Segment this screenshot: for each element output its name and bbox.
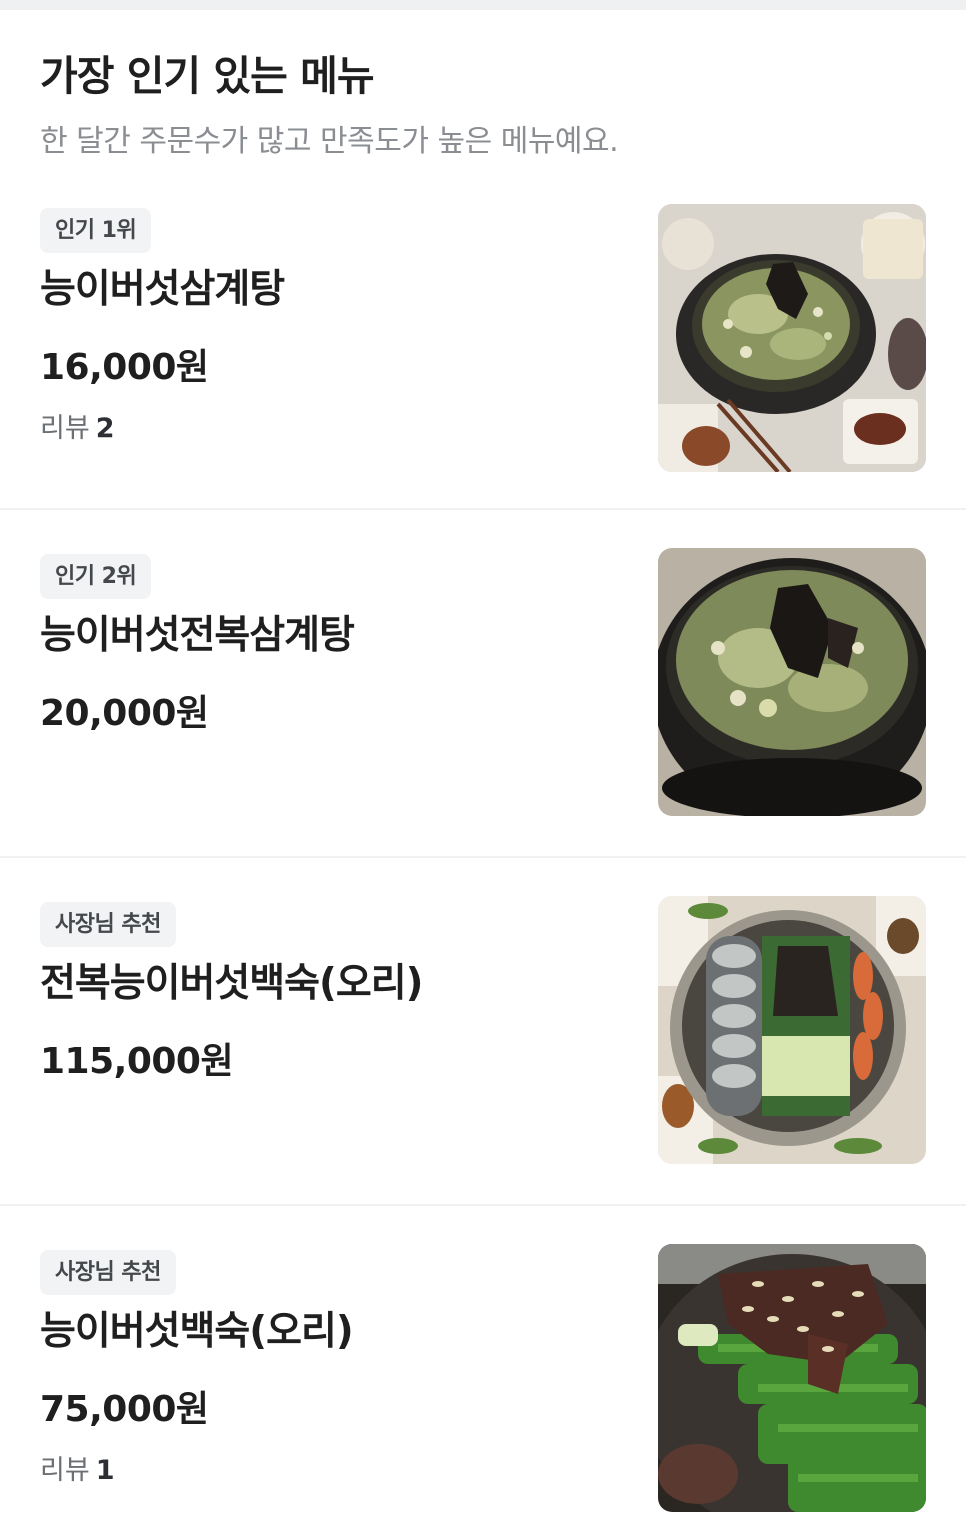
review-count: 1: [95, 1455, 115, 1486]
menu-badge: 인기 2위: [40, 554, 152, 599]
menu-item-2[interactable]: 인기 2위 능이버섯전복삼계탕 20,000원: [0, 510, 966, 856]
menu-list: 인기 1위 능이버섯삼계탕 16,000원 리뷰 2 인기 2위 능이버섯전복삼…: [0, 200, 966, 1533]
section-subtitle: 한 달간 주문수가 많고 만족도가 높은 메뉴예요.: [40, 124, 619, 159]
menu-badge: 사장님 추천: [40, 902, 176, 947]
menu-item-1[interactable]: 인기 1위 능이버섯삼계탕 16,000원 리뷰 2: [0, 200, 966, 508]
samgyetang-photo[interactable]: [658, 204, 926, 472]
menu-name: 능이버섯전복삼계탕: [40, 613, 355, 658]
abalone-samgyetang-photo[interactable]: [658, 548, 926, 816]
menu-price: 20,000원: [40, 693, 209, 734]
review-label: 리뷰: [40, 413, 90, 444]
menu-price: 115,000원: [40, 1041, 234, 1082]
section-title: 가장 인기 있는 메뉴: [40, 52, 375, 100]
menu-name: 능이버섯삼계탕: [40, 267, 285, 312]
menu-badge: 사장님 추천: [40, 1250, 176, 1295]
duck-baeksuk-photo[interactable]: [658, 1244, 926, 1512]
review-label: 리뷰: [40, 1455, 90, 1486]
menu-review: 리뷰 2: [40, 408, 114, 450]
abalone-duck-baeksuk-photo[interactable]: [658, 896, 926, 1164]
section-header: 가장 인기 있는 메뉴 한 달간 주문수가 많고 만족도가 높은 메뉴예요.: [40, 40, 940, 164]
menu-review: 리뷰 1: [40, 1450, 114, 1492]
top-strip: [0, 0, 966, 10]
menu-name: 전복능이버섯백숙(오리): [40, 961, 423, 1006]
menu-price: 75,000원: [40, 1389, 209, 1430]
menu-name: 능이버섯백숙(오리): [40, 1309, 354, 1354]
review-count: 2: [95, 413, 115, 444]
menu-price: 16,000원: [40, 347, 209, 388]
menu-badge: 인기 1위: [40, 208, 152, 253]
menu-item-3[interactable]: 사장님 추천 전복능이버섯백숙(오리) 115,000원: [0, 858, 966, 1204]
menu-item-4[interactable]: 사장님 추천 능이버섯백숙(오리) 75,000원 리뷰 1: [0, 1206, 966, 1533]
